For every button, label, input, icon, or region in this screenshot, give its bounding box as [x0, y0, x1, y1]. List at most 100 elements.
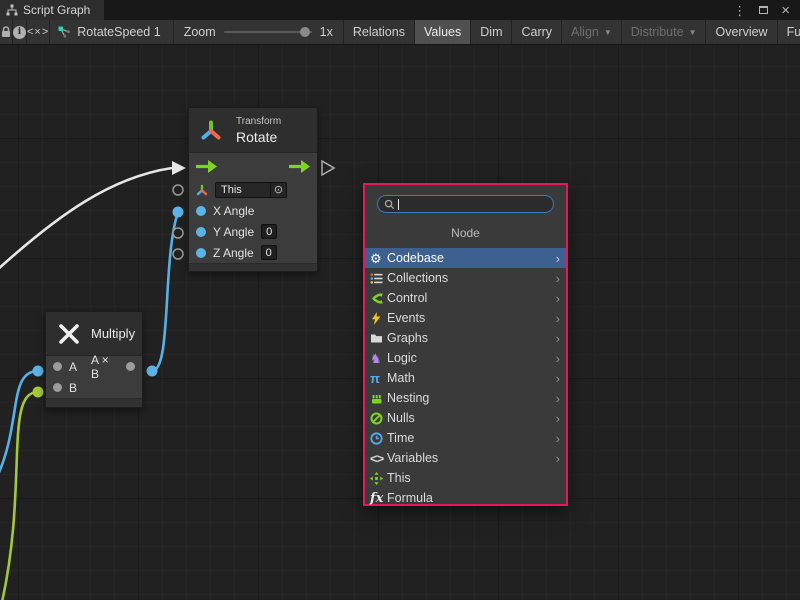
finder-item-label: Variables	[387, 451, 556, 465]
toolbar-button-full-screen[interactable]: Full Screen	[778, 20, 800, 44]
z-angle-port-dot[interactable]	[196, 248, 206, 258]
finder-item-nulls[interactable]: Nulls›	[365, 408, 566, 428]
toolbar-button-relations[interactable]: Relations	[344, 20, 415, 44]
node-title: Rotate	[236, 129, 281, 145]
chevron-right-icon: ›	[556, 292, 560, 305]
zoom-slider[interactable]	[224, 31, 312, 33]
this-field-value: This	[216, 184, 270, 196]
finder-item-events[interactable]: Events›	[365, 308, 566, 328]
multiply-row-a: A A × B	[46, 356, 142, 377]
b-port-dot[interactable]	[53, 383, 62, 392]
graph-hierarchy-icon	[6, 4, 18, 16]
flow-out-arrow-icon[interactable]	[289, 160, 310, 173]
object-picker-icon[interactable]: ⊙	[270, 183, 286, 197]
port-multiply-output[interactable]	[147, 366, 158, 377]
x-angle-label: X Angle	[213, 204, 254, 218]
finder-item-label: Events	[387, 311, 556, 325]
finder-item-logic[interactable]: ♞Logic›	[365, 348, 566, 368]
multiply-node-header[interactable]: Multiply	[46, 312, 142, 356]
node-title: Multiply	[91, 326, 135, 341]
port-this-input[interactable]	[173, 185, 183, 195]
flow-output-port[interactable]	[322, 161, 334, 175]
flow-in-arrow-icon[interactable]	[196, 160, 217, 173]
toolbar-button-distribute[interactable]: Distribute▼	[622, 20, 707, 44]
zoom-value: 1x	[320, 25, 333, 39]
finder-item-graphs[interactable]: Graphs›	[365, 328, 566, 348]
this-object-field[interactable]: This ⊙	[215, 182, 287, 198]
multiply-x-icon	[57, 322, 81, 346]
finder-item-this[interactable]: This	[365, 468, 566, 488]
chevron-right-icon: ›	[556, 372, 560, 385]
maximize-icon[interactable]	[759, 6, 768, 14]
graph-toolbar: i <×> RotateSpeed 1 Zoom 1x RelationsVal…	[0, 20, 800, 45]
y-angle-value-field[interactable]: 0	[261, 224, 277, 239]
chevron-right-icon: ›	[556, 352, 560, 365]
multiply-node[interactable]: Multiply A A × B B	[45, 311, 143, 408]
y-angle-port-dot[interactable]	[196, 227, 206, 237]
zoom-slider-handle[interactable]	[300, 27, 310, 37]
finder-item-math[interactable]: πMath›	[365, 368, 566, 388]
flow-input-arrowhead	[172, 161, 186, 175]
info-button[interactable]: i	[13, 20, 27, 44]
port-b-input[interactable]	[33, 387, 44, 398]
transform-mini-icon	[196, 184, 208, 196]
close-icon[interactable]: ×	[781, 3, 790, 18]
rotate-node[interactable]: Transform Rotate This	[188, 107, 318, 272]
port-yangle-input[interactable]	[173, 228, 183, 238]
z-angle-value-field[interactable]: 0	[261, 245, 277, 260]
a-label: A	[69, 360, 77, 374]
dropdown-arrow-icon: ▼	[604, 28, 612, 37]
lock-button[interactable]	[0, 20, 13, 44]
graph-canvas[interactable]: Transform Rotate This	[0, 45, 800, 600]
branch-icon	[370, 292, 387, 305]
zoom-control: Zoom 1x	[174, 20, 344, 44]
finder-item-collections[interactable]: Collections›	[365, 268, 566, 288]
x-angle-port-dot[interactable]	[196, 206, 206, 216]
list-icon	[370, 272, 387, 285]
toolbar-button-overview[interactable]: Overview	[706, 20, 777, 44]
angle-x-icon: <×>	[27, 26, 49, 38]
chevron-right-icon: ›	[556, 332, 560, 345]
lock-icon	[0, 25, 12, 39]
finder-item-codebase[interactable]: ⚙Codebase›	[365, 248, 566, 268]
dropdown-arrow-icon: ▼	[689, 28, 697, 37]
window-controls: ⋮ ×	[733, 0, 800, 20]
text-caret	[398, 199, 399, 210]
finder-item-time[interactable]: Time›	[365, 428, 566, 448]
b-label: B	[69, 381, 77, 395]
kebab-menu-icon[interactable]: ⋮	[733, 4, 746, 17]
script-graph-asset-icon	[58, 26, 71, 38]
toolbar-button-dim[interactable]: Dim	[471, 20, 512, 44]
port-zangle-input[interactable]	[173, 249, 183, 259]
a-port-dot[interactable]	[53, 362, 62, 371]
port-a-input[interactable]	[33, 366, 44, 377]
tab-script-graph[interactable]: Script Graph	[0, 0, 104, 20]
finder-item-variables[interactable]: <>Variables›	[365, 448, 566, 468]
node-category: Transform	[236, 116, 281, 127]
finder-item-label: Nesting	[387, 391, 556, 405]
finder-item-formula[interactable]: fxFormula	[365, 488, 566, 508]
pi-icon: π	[370, 372, 387, 385]
chevron-right-icon: ›	[556, 392, 560, 405]
finder-item-nesting[interactable]: Nesting›	[365, 388, 566, 408]
output-port-dot[interactable]	[126, 362, 135, 371]
transform-gizmo-icon	[199, 118, 223, 142]
toolbar-button-values[interactable]: Values	[415, 20, 471, 44]
port-xangle-input[interactable]	[173, 207, 184, 218]
finder-item-label: Control	[387, 291, 556, 305]
finder-item-control[interactable]: Control›	[365, 288, 566, 308]
rotate-node-header[interactable]: Transform Rotate	[189, 108, 317, 153]
finder-item-label: This	[387, 471, 560, 485]
finder-item-label: Math	[387, 371, 556, 385]
z-angle-label: Z Angle	[213, 246, 254, 260]
code-preview-button[interactable]: <×>	[27, 20, 50, 44]
graph-name: RotateSpeed 1	[77, 25, 160, 39]
wire-flow-input[interactable]	[0, 168, 172, 271]
toolbar-button-carry[interactable]: Carry	[512, 20, 562, 44]
wire-into-b[interactable]	[2, 392, 38, 600]
toolbar-button-align[interactable]: Align▼	[562, 20, 622, 44]
finder-item-label: Logic	[387, 351, 556, 365]
finder-search-field[interactable]	[377, 195, 554, 213]
search-icon	[384, 199, 395, 210]
graph-breadcrumb[interactable]: RotateSpeed 1	[50, 20, 173, 44]
